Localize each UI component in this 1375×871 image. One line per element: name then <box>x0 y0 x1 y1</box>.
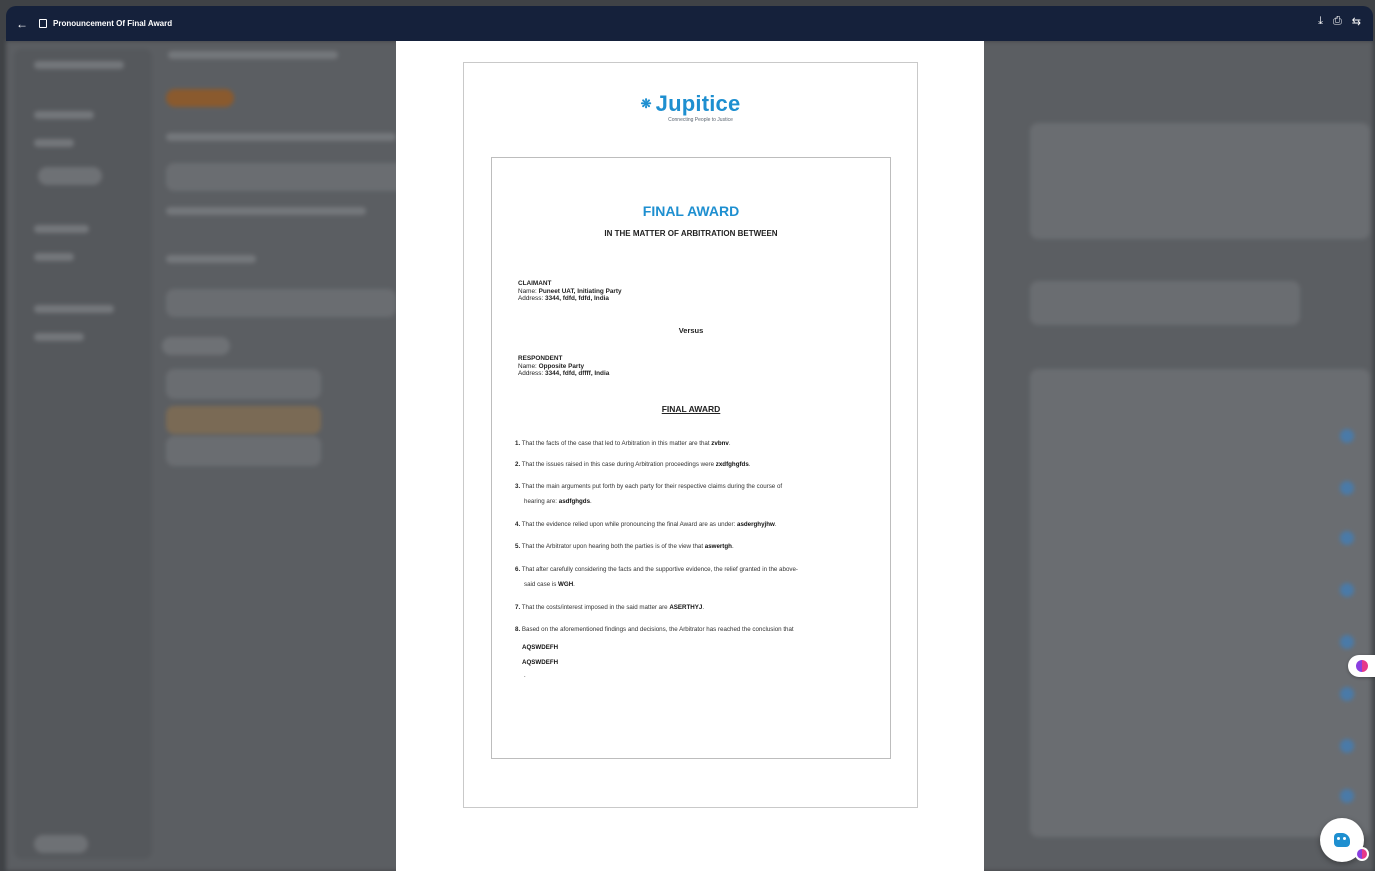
award-content: FINAL AWARD IN THE MATTER OF ARBITRATION… <box>491 157 891 759</box>
award-title: FINAL AWARD <box>642 203 740 219</box>
jupitice-logo: ❋ Jupitice Connecting People to Justice <box>464 91 917 123</box>
document-preview: ❋ Jupitice Connecting People to Justice F… <box>396 41 984 871</box>
claimant-address: 3344, fdfd, fdfd, India <box>545 295 609 303</box>
header-actions: ⤓ ⎙ ⇆ <box>1318 15 1361 28</box>
respondent-name-label: Name: <box>518 362 537 370</box>
refresh-icon[interactable]: ⇆ <box>1352 15 1361 28</box>
award-item: 4. That the evidence relied upon while p… <box>515 521 777 528</box>
respondent-address-label: Address: <box>518 370 544 378</box>
award-item: 2. That the issues raised in this case d… <box>515 461 751 468</box>
chatbot-icon <box>1334 833 1350 847</box>
award-item: 7. That the costs/interest imposed in th… <box>515 604 705 611</box>
arrow-left-icon[interactable]: ← <box>16 17 28 31</box>
award-item: 6. That after carefully considering the … <box>515 566 798 588</box>
chatbot-badge <box>1355 847 1369 861</box>
conclusion-line: AQSWDEFH <box>522 644 559 651</box>
gear-logo-icon: ❋ <box>640 96 652 111</box>
claimant-address-label: Address: <box>518 295 544 303</box>
final-award-heading: FINAL AWARD <box>661 404 721 414</box>
download-icon[interactable]: ⤓ <box>1318 15 1323 28</box>
document-icon <box>39 19 47 28</box>
claimant-name-label: Name: <box>518 287 537 295</box>
award-item: 8. Based on the aforementioned findings … <box>515 626 794 633</box>
logo-tagline: Connecting People to Justice <box>668 117 733 123</box>
award-subtitle: IN THE MATTER OF ARBITRATION BETWEEN <box>604 229 778 238</box>
award-item: 3. That the main arguments put forth by … <box>515 483 783 505</box>
respondent-name: Opposite Party <box>538 362 585 370</box>
end-mark: . <box>524 673 526 679</box>
print-icon[interactable]: ⎙ <box>1333 15 1342 28</box>
award-item: 5. That the Arbitrator upon hearing both… <box>515 543 734 550</box>
modal-title: Pronouncement Of Final Award <box>53 19 173 28</box>
conclusion-line: AQSWDEFH <box>522 659 559 666</box>
claimant-block: CLAIMANT Name: Puneet UAT, Initiating Pa… <box>518 280 622 303</box>
claimant-name: Puneet UAT, Initiating Party <box>538 287 622 295</box>
brain-icon <box>1357 849 1367 859</box>
award-item: 1. That the facts of the case that led t… <box>515 440 731 447</box>
versus-label: Versus <box>678 326 704 335</box>
respondent-label: RESPONDENT <box>518 355 563 362</box>
brain-icon <box>1355 660 1368 672</box>
logo-name: Jupitice <box>655 91 741 116</box>
assistant-tab[interactable] <box>1348 655 1375 677</box>
claimant-label: CLAIMANT <box>518 280 552 287</box>
respondent-block: RESPONDENT Name: Opposite Party Address:… <box>518 355 609 378</box>
modal-header: ← Pronouncement Of Final Award ⤓ ⎙ ⇆ <box>6 6 1373 41</box>
respondent-address: 3344, fdfd, dffff, India <box>545 370 610 378</box>
background-sidebar <box>14 49 152 859</box>
award-page: ❋ Jupitice Connecting People to Justice F… <box>463 62 918 808</box>
